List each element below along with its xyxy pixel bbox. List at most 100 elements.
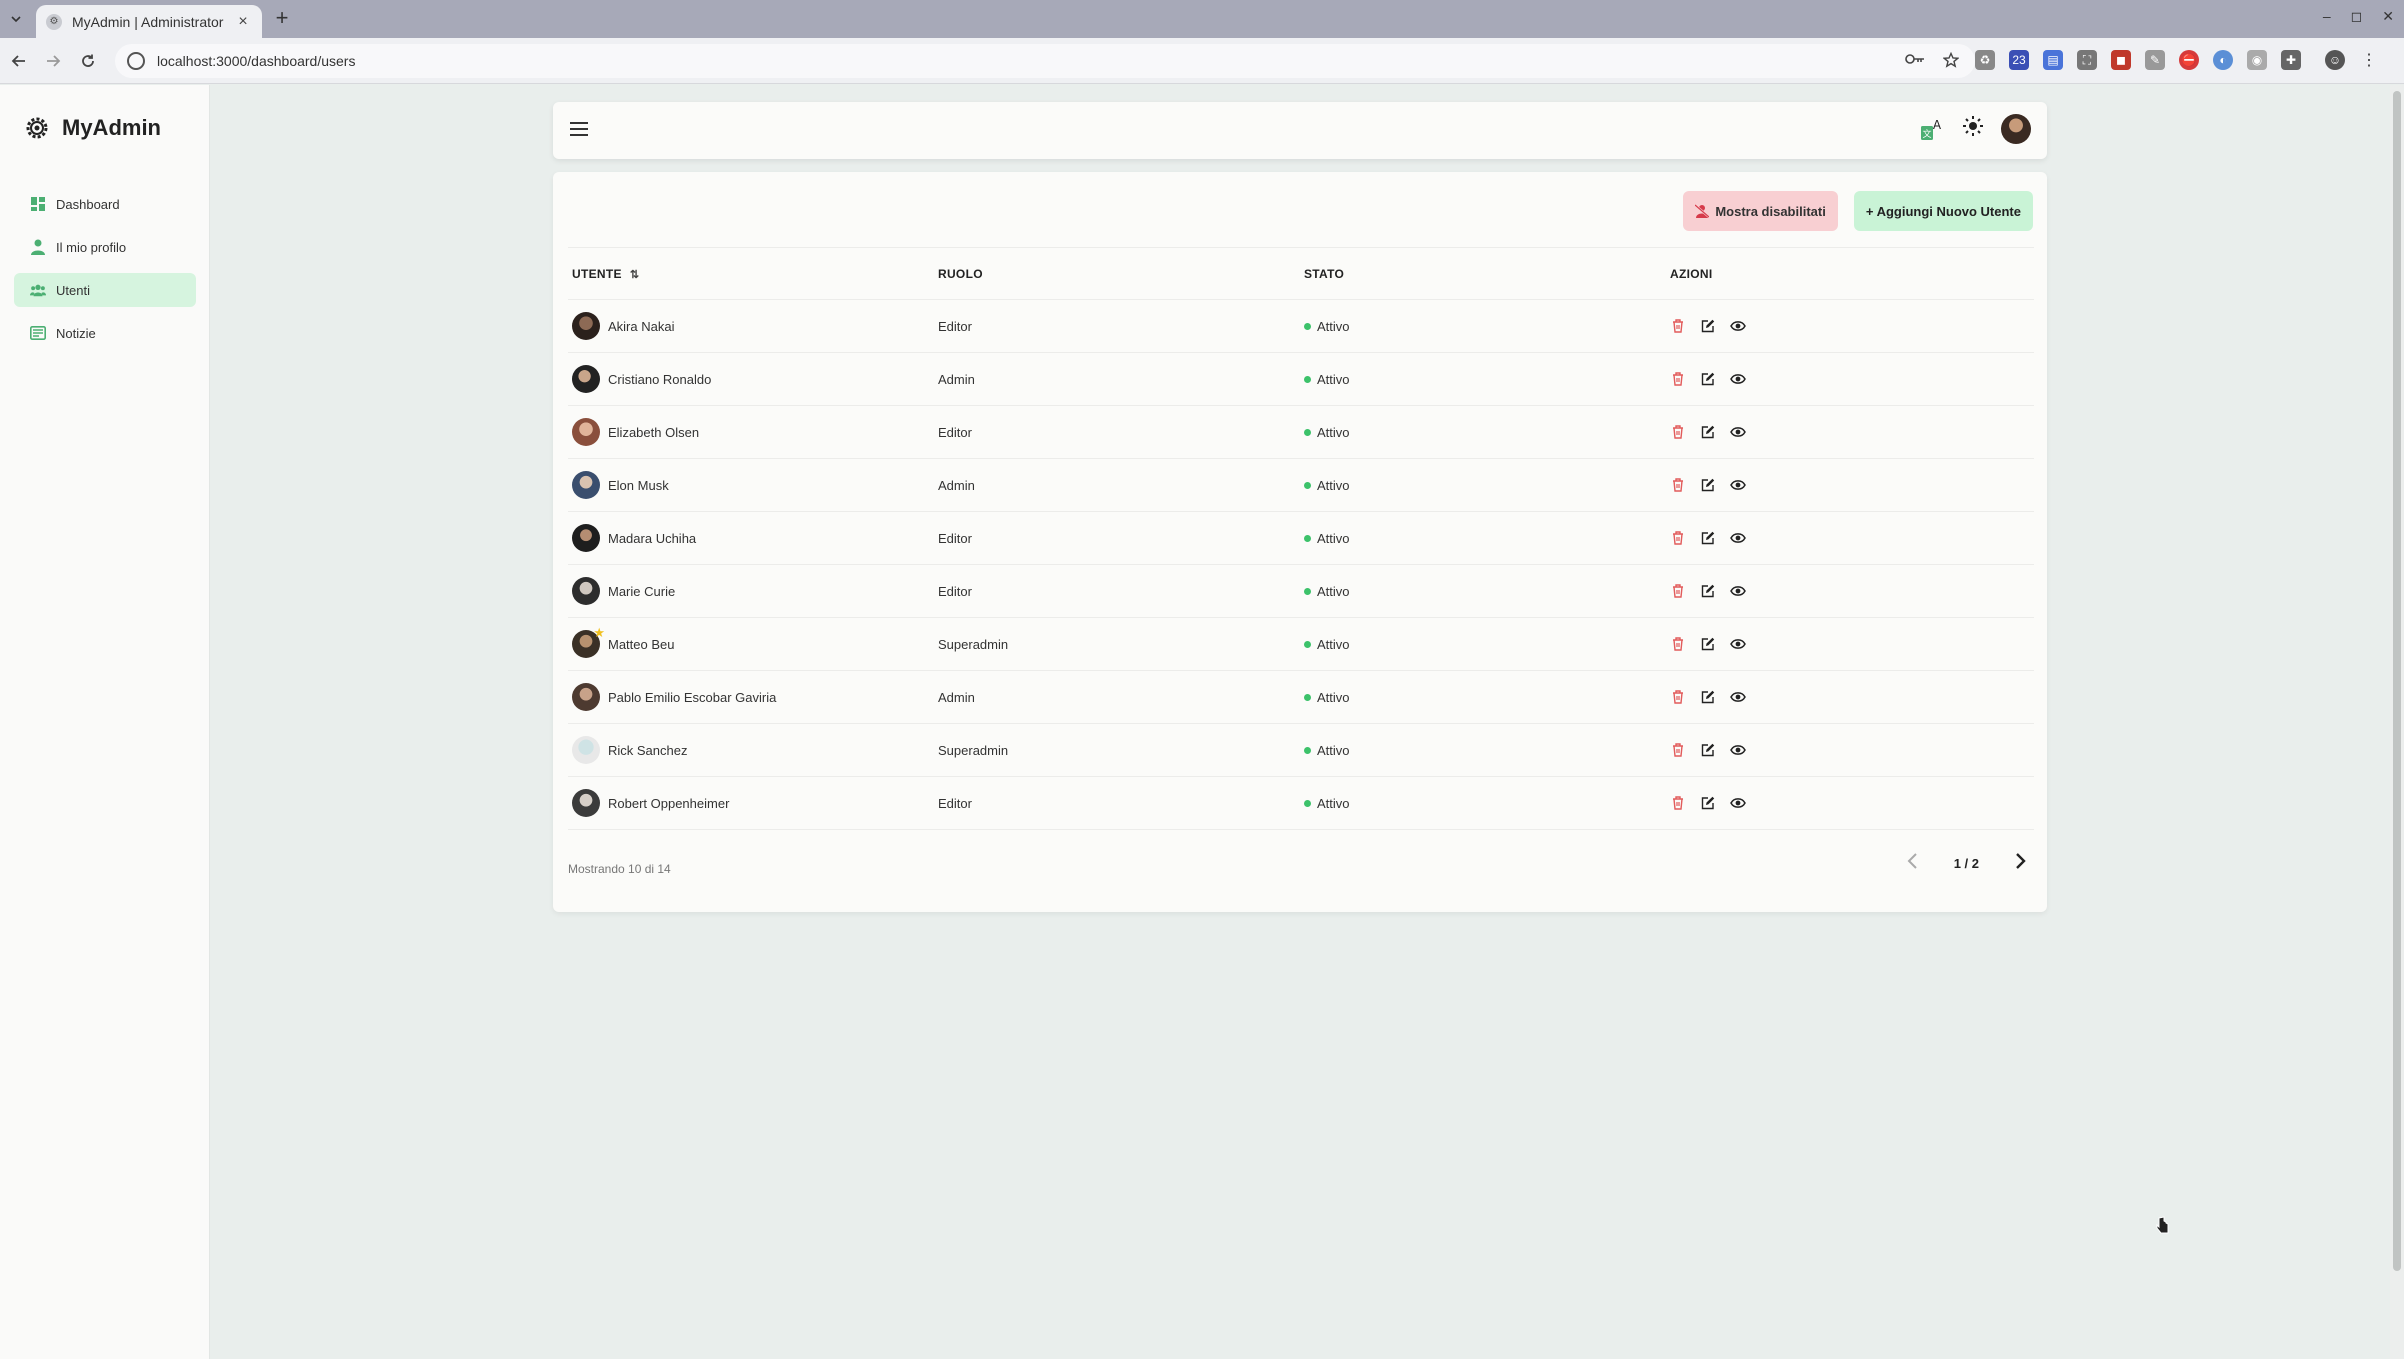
user-cell: Elon Musk [568,458,934,512]
show-disabled-button[interactable]: Mostra disabilitati [1683,191,1838,231]
next-page-icon[interactable] [2015,852,2027,875]
view-eye-icon[interactable] [1730,636,1746,652]
status-dot [1304,534,1311,542]
delete-icon[interactable] [1670,318,1686,334]
view-eye-icon[interactable] [1730,371,1746,387]
view-eye-icon[interactable] [1730,318,1746,334]
actions-cell [1666,511,2034,565]
status-text: Attivo [1317,318,1350,334]
user-avatar: ★ [572,625,605,658]
sun-icon[interactable] [1963,116,1983,142]
delete-icon[interactable] [1670,530,1686,546]
extension-globe-icon[interactable]: ◐ [2213,50,2233,70]
extension-camera-icon[interactable]: ◉ [2247,50,2267,70]
extension-capture-icon[interactable]: ⛶ [2077,50,2097,70]
delete-icon[interactable] [1670,795,1686,811]
extension-pen-icon[interactable]: ✎ [2145,50,2165,70]
maximize-button[interactable]: ◻ [2351,8,2363,25]
translate-icon[interactable]: 文 A [1919,116,1945,142]
edit-icon[interactable] [1700,689,1716,705]
extension-recycle-icon[interactable]: ♻ [1975,50,1995,70]
user-avatar [572,365,600,393]
table-row: Robert Oppenheimer Editor Attivo [568,776,2034,830]
sidebar-item-dashboard[interactable]: Dashboard [14,187,196,221]
site-info-icon[interactable] [127,52,145,70]
sidebar-item-users[interactable]: Utenti [14,273,196,307]
user-cell: Pablo Emilio Escobar Gaviria [568,670,934,724]
brand[interactable]: MyAdmin [24,115,161,141]
card-actions: Mostra disabilitati + Aggiungi Nuovo Ute… [1683,191,2033,231]
edit-icon[interactable] [1700,371,1716,387]
extension-adblock-icon[interactable]: ⛔ [2179,50,2199,70]
sort-icon[interactable]: ⇅ [630,269,640,281]
view-eye-icon[interactable] [1730,742,1746,758]
delete-icon[interactable] [1670,583,1686,599]
edit-icon[interactable] [1700,318,1716,334]
browser-tab[interactable]: ⚙ MyAdmin | Administrator × [36,5,262,38]
role-cell: Editor [934,776,1300,830]
delete-icon[interactable] [1670,371,1686,387]
prev-page-icon[interactable] [1906,852,1918,875]
user-cell: Robert Oppenheimer [568,776,934,830]
status-dot [1304,481,1311,489]
add-user-button[interactable]: + Aggiungi Nuovo Utente [1853,191,2033,231]
user-avatar [572,683,600,711]
extension-window-icon[interactable]: ▤ [2043,50,2063,70]
tab-close-icon[interactable]: × [234,13,252,31]
edit-icon[interactable] [1700,742,1716,758]
user-cell: Cristiano Ronaldo [568,352,934,406]
show-disabled-label: Mostra disabilitati [1715,203,1826,219]
edit-icon[interactable] [1700,583,1716,599]
extension-calendar-icon[interactable]: 23 [2009,50,2029,70]
menu-icon[interactable] [570,122,588,140]
sidebar-item-profile[interactable]: Il mio profilo [14,230,196,264]
app-header: 文 A [553,102,2047,159]
extensions-puzzle-icon[interactable]: ✚ [2281,50,2301,70]
sidebar-item-news[interactable]: Notizie [14,316,196,350]
edit-icon[interactable] [1700,795,1716,811]
view-eye-icon[interactable] [1730,424,1746,440]
column-header-role: RUOLO [934,247,1300,300]
avatar[interactable] [2001,114,2031,144]
new-tab-button[interactable]: + [270,7,294,31]
users-table: UTENTE ⇅ RUOLO STATO AZIONI Akira Nakai E… [568,247,2034,830]
scrollbar-thumb[interactable] [2393,91,2401,1271]
extension-red-icon[interactable]: ◼ [2111,50,2131,70]
add-user-label: + Aggiungi Nuovo Utente [1865,203,2021,219]
delete-icon[interactable] [1670,636,1686,652]
address-bar[interactable]: localhost:3000/dashboard/users [115,44,1975,78]
edit-icon[interactable] [1700,424,1716,440]
view-eye-icon[interactable] [1730,583,1746,599]
view-eye-icon[interactable] [1730,530,1746,546]
view-eye-icon[interactable] [1730,795,1746,811]
reload-icon[interactable] [75,48,101,74]
delete-icon[interactable] [1670,477,1686,493]
status-cell: Attivo [1300,405,1666,459]
status-dot [1304,746,1311,754]
back-arrow-icon[interactable] [6,48,32,74]
delete-icon[interactable] [1670,689,1686,705]
tab-list-chevron-icon[interactable] [4,7,28,31]
actions-cell [1666,458,2034,512]
profile-icon[interactable]: ☺ [2325,50,2345,70]
minimize-button[interactable]: – [2323,8,2331,25]
page-scrollbar[interactable] [2390,85,2404,1359]
browser-tab-bar: ⚙ MyAdmin | Administrator × + – ◻ ✕ [0,0,2404,38]
forward-arrow-icon[interactable] [40,48,66,74]
column-header-user[interactable]: UTENTE ⇅ [568,247,934,300]
page-indicator: 1 / 2 [1953,856,1979,871]
delete-icon[interactable] [1670,424,1686,440]
bookmark-star-icon[interactable] [1942,51,1960,72]
edit-icon[interactable] [1700,530,1716,546]
role-cell: Admin [934,458,1300,512]
edit-icon[interactable] [1700,477,1716,493]
table-row: Elon Musk Admin Attivo [568,458,2034,512]
view-eye-icon[interactable] [1730,689,1746,705]
view-eye-icon[interactable] [1730,477,1746,493]
edit-icon[interactable] [1700,636,1716,652]
password-key-icon[interactable] [1905,52,1925,72]
delete-icon[interactable] [1670,742,1686,758]
browser-menu-icon[interactable]: ⋮ [2359,50,2379,70]
close-window-button[interactable]: ✕ [2382,8,2394,25]
user-cell: Rick Sanchez [568,723,934,777]
